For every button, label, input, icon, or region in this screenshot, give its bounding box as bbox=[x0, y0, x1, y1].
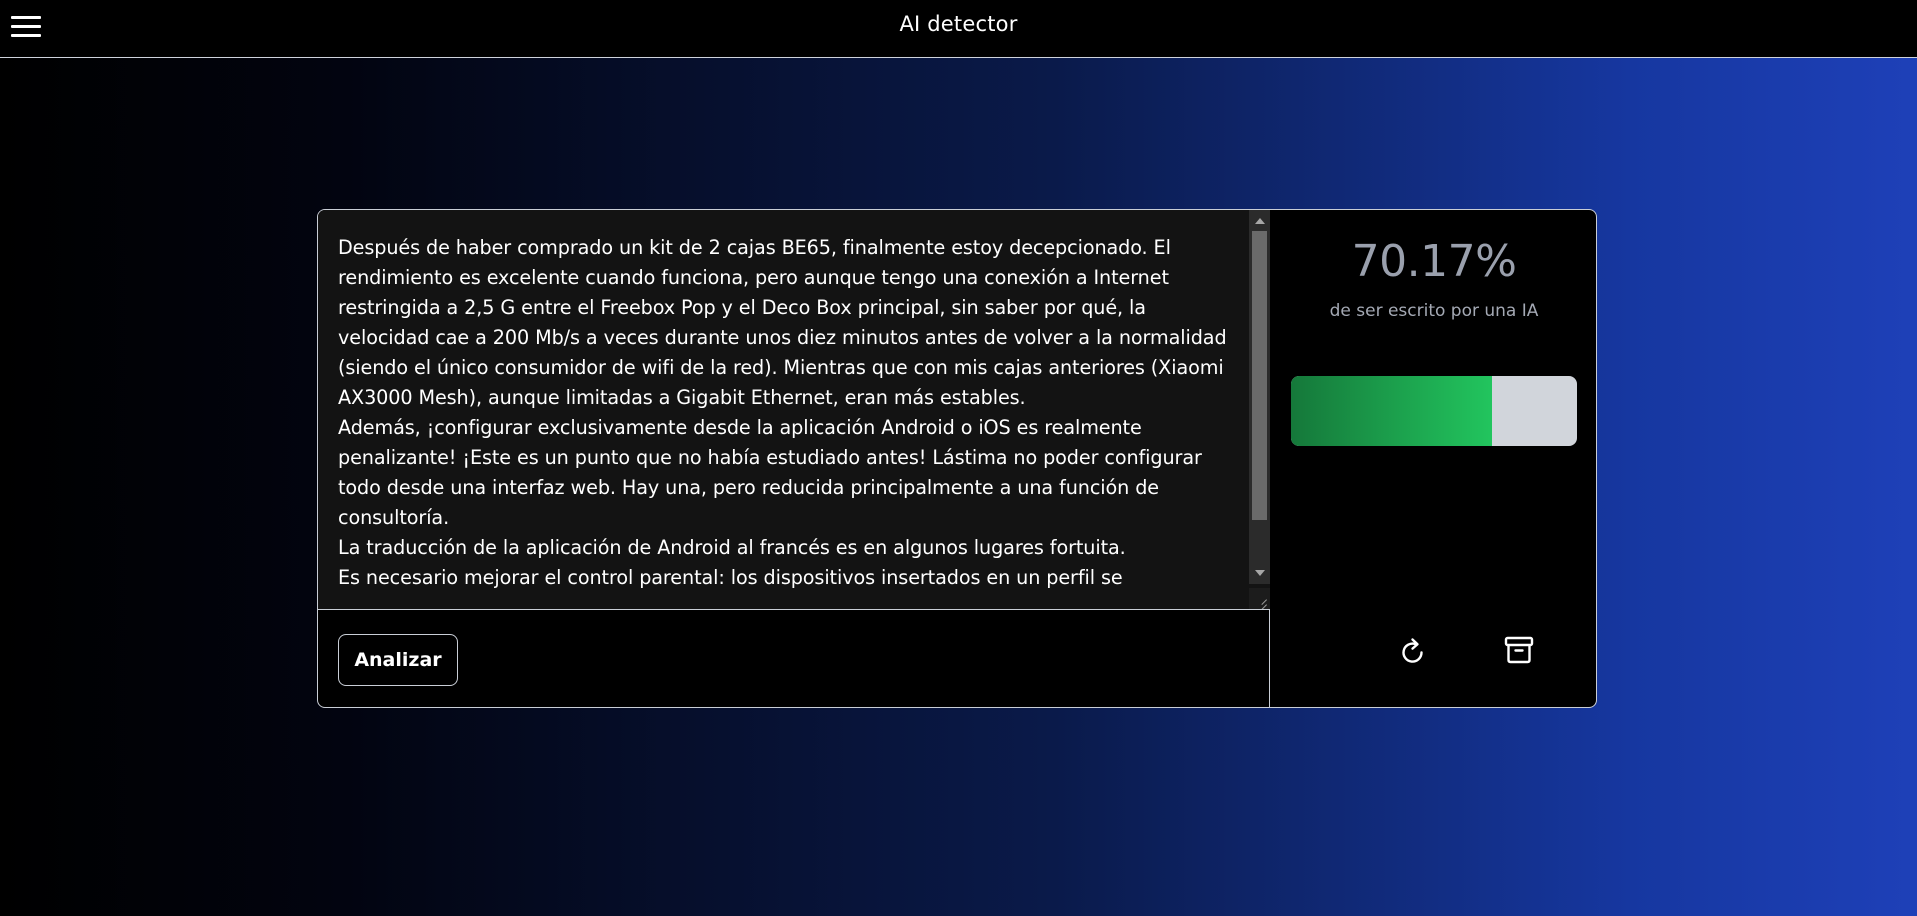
text-input-scrollbar[interactable] bbox=[1249, 210, 1270, 584]
ai-percentage: 70.17% bbox=[1351, 236, 1517, 287]
scroll-thumb[interactable] bbox=[1252, 231, 1267, 520]
detector-card: Después de haber comprado un kit de 2 ca… bbox=[317, 209, 1597, 708]
refresh-icon[interactable] bbox=[1396, 635, 1430, 669]
text-input[interactable]: Después de haber comprado un kit de 2 ca… bbox=[318, 210, 1270, 610]
resize-grip-icon[interactable] bbox=[1249, 588, 1270, 609]
text-input-content[interactable]: Después de haber comprado un kit de 2 ca… bbox=[338, 233, 1243, 593]
archive-icon[interactable] bbox=[1502, 633, 1536, 667]
ai-probability-meter bbox=[1291, 376, 1577, 446]
analyze-button[interactable]: Analizar bbox=[338, 634, 458, 686]
app-title: AI detector bbox=[899, 12, 1018, 36]
ai-percentage-label: de ser escrito por una IA bbox=[1329, 301, 1539, 321]
scroll-down-arrow-icon[interactable] bbox=[1255, 570, 1265, 576]
top-bar: AI detector bbox=[0, 0, 1917, 58]
scroll-up-arrow-icon[interactable] bbox=[1255, 218, 1265, 224]
result-pane: 70.17% de ser escrito por una IA bbox=[1271, 210, 1596, 707]
input-pane: Después de haber comprado un kit de 2 ca… bbox=[318, 210, 1270, 707]
ai-probability-meter-fill bbox=[1291, 376, 1492, 446]
